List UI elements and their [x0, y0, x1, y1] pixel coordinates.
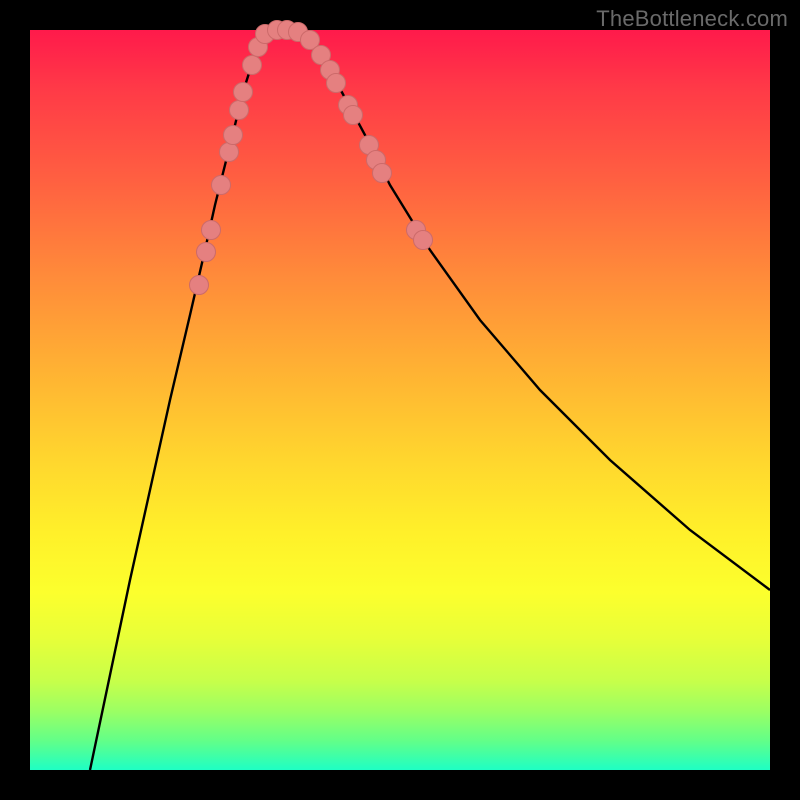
marker-dot	[212, 176, 231, 195]
chart-svg	[30, 30, 770, 770]
marker-dot	[327, 74, 346, 93]
plot-area	[30, 30, 770, 770]
marker-dot	[197, 243, 216, 262]
marker-dot	[202, 221, 221, 240]
marker-dot	[234, 83, 253, 102]
marker-dot	[190, 276, 209, 295]
bottleneck-curve	[90, 30, 770, 770]
marker-dot	[230, 101, 249, 120]
marker-dot	[220, 143, 239, 162]
watermark-text: TheBottleneck.com	[596, 6, 788, 32]
chart-frame: TheBottleneck.com	[0, 0, 800, 800]
highlight-dots	[190, 21, 433, 295]
marker-dot	[224, 126, 243, 145]
marker-dot	[373, 164, 392, 183]
marker-dot	[414, 231, 433, 250]
marker-dot	[344, 106, 363, 125]
marker-dot	[243, 56, 262, 75]
